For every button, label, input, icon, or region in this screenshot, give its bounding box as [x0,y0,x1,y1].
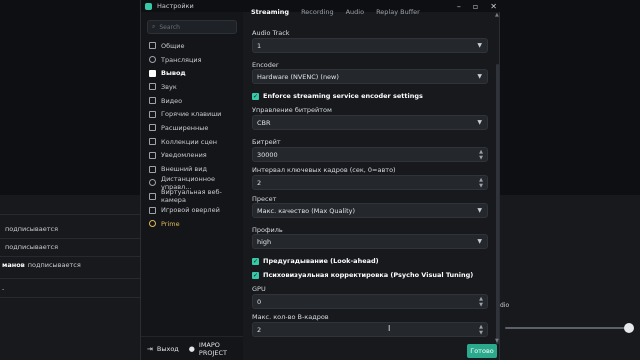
output-tabs: Streaming Recording Audio Replay Buffer [251,8,420,16]
sidebar-item-general[interactable]: Общие [141,39,243,53]
bframes-label: Макс. кол-во B-кадров [252,313,329,321]
tab-recording[interactable]: Recording [301,8,334,16]
background-divider [0,297,140,298]
grid-icon [149,42,156,50]
remote-icon [149,179,156,187]
chevron-down-icon: ▼ [477,207,482,214]
keyframe-interval-label: Интервал ключевых кадров (сек, 0=авто) [252,166,396,174]
rate-control-select[interactable]: CBR ▼ [252,115,488,130]
search-input[interactable]: ⌕ Search [147,20,237,34]
sidebar-item-stream[interactable]: Трансляция [141,53,243,67]
bframes-input[interactable]: 2 ▲ ▼ [252,322,488,337]
preset-label: Пресет [252,195,277,203]
text-cursor-icon: I [388,324,391,333]
profile-select[interactable]: high ▼ [252,234,488,249]
sidebar-item-output[interactable]: Вывод [141,66,243,80]
gpu-input[interactable]: 0 ▲ ▼ [252,294,488,309]
prime-icon [149,220,156,228]
spinner-arrows-icon[interactable]: ▲ ▼ [479,149,483,161]
app-logo-icon [145,2,152,10]
done-button[interactable]: Готово [467,344,497,358]
bitrate-label: Битрейт [252,138,281,146]
rate-control-label: Управление битрейтом [252,106,332,114]
enforce-encoder-checkbox[interactable]: ✓ Enforce streaming service encoder setti… [252,92,423,100]
overlay-icon [149,206,156,214]
sidebar-item-advanced[interactable]: Расширенные [141,121,243,135]
audio-track-label: Audio Track [252,29,290,37]
speaker-icon [149,83,156,91]
sidebar-item-audio[interactable]: Звук [141,80,243,94]
background-event-row: подписывается [5,225,58,233]
sidebar-item-video[interactable]: Видео [141,94,243,108]
settings-nav: Общие Трансляция Вывод Звук Видео Горячи… [141,39,243,231]
scroll-up-icon[interactable]: ▲ [495,12,499,18]
checkbox-checked-icon: ✓ [252,271,259,279]
psycho-visual-checkbox[interactable]: ✓ Психовизуальная корректировка (Psycho V… [252,271,473,279]
keyframe-interval-input[interactable]: 2 ▲ ▼ [252,175,488,190]
background-divider [0,278,140,279]
search-placeholder: Search [159,23,180,31]
sidebar-item-prime[interactable]: Prime [141,217,243,231]
settings-content: Streaming Recording Audio Replay Buffer … [243,0,501,360]
spinner-arrows-icon[interactable]: ▲ ▼ [479,177,483,189]
lookahead-checkbox[interactable]: ✓ Предугадывание (Look-ahead) [252,257,379,265]
bell-icon [149,151,156,159]
profile-label: Профиль [252,226,283,234]
webcam-icon [149,192,156,200]
keyboard-icon [149,110,156,118]
background-app-right [500,0,640,195]
tab-streaming[interactable]: Streaming [251,8,289,16]
gears-icon [149,124,156,132]
checkbox-checked-icon: ✓ [252,257,259,265]
window-title: Настройки [157,2,194,10]
tab-audio[interactable]: Audio [346,8,364,16]
checkbox-checked-icon: ✓ [252,92,259,100]
settings-sidebar: ⌕ Search Общие Трансляция Вывод Звук Вид… [141,12,243,360]
chevron-down-icon: ▼ [477,119,482,126]
chevron-down-icon: ▼ [477,73,482,80]
monitor-icon [149,97,156,105]
content-scrollbar[interactable] [496,64,499,344]
background-audio-label: dio [500,302,510,309]
preset-select[interactable]: Макс. качество (Max Quality) ▼ [252,203,488,218]
background-volume-knob[interactable] [624,323,634,333]
globe-icon [149,56,156,64]
sidebar-item-notifications[interactable]: Уведомления [141,149,243,163]
spinner-arrows-icon[interactable]: ▲ ▼ [479,296,483,308]
background-event-row: манов подписывается [2,261,81,269]
bitrate-input[interactable]: 30000 ▲ ▼ [252,147,488,162]
chevron-down-icon: ▼ [477,238,482,245]
collections-icon [149,138,156,146]
background-event-row: подписывается [5,243,58,251]
background-mixer-panel [500,195,640,360]
background-divider [0,214,140,215]
spinner-arrows-icon[interactable]: ▲ ▼ [479,324,483,336]
user-icon: ● [188,344,195,353]
tab-replay-buffer[interactable]: Replay Buffer [376,8,420,16]
encoder-select[interactable]: Hardware (NVENC) (new) ▼ [252,69,488,84]
encoder-label: Encoder [252,61,279,69]
username: IMAPO PROJECT [198,340,227,357]
sidebar-item-hotkeys[interactable]: Горячие клавиши [141,107,243,121]
logout-button[interactable]: Выход [157,345,179,353]
appearance-icon [149,165,156,173]
audio-track-select[interactable]: 1 ▼ [252,38,488,53]
background-dash: - [2,285,5,293]
sidebar-item-virtual-webcam[interactable]: Виртуальная веб-камера [141,188,243,204]
background-volume-slider[interactable] [505,327,630,329]
sidebar-item-scene-collections[interactable]: Коллекции сцен [141,135,243,149]
settings-dialog: Настройки – ▫ ✕ ⌕ Search Общие Трансляци… [140,0,501,360]
output-icon [149,69,156,77]
search-icon: ⌕ [152,23,156,30]
chevron-down-icon: ▼ [477,42,482,49]
sidebar-item-game-overlay[interactable]: Игровой оверлей [141,203,243,217]
logout-icon[interactable]: ⇥ [147,345,153,353]
sidebar-footer: ⇥ Выход ● IMAPO PROJECT [141,336,243,360]
gpu-label: GPU [252,285,266,293]
